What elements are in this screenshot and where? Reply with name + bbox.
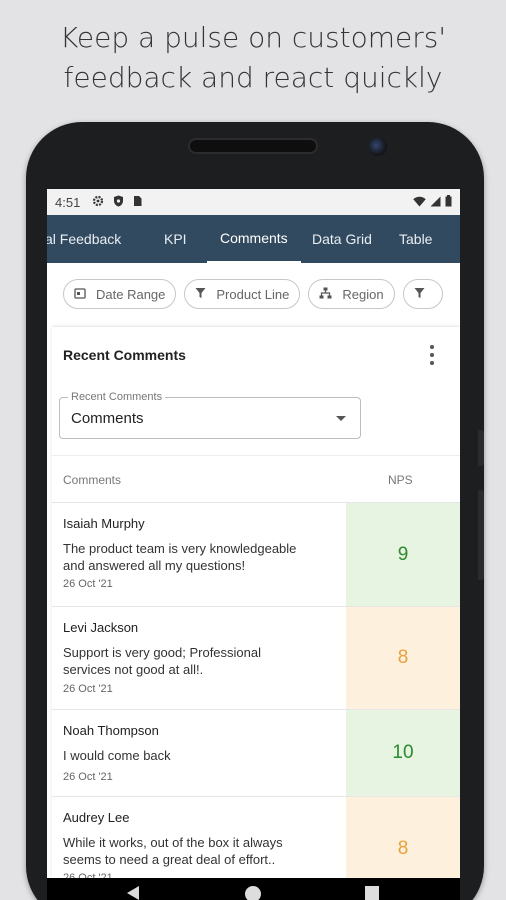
nps-score: 8 [346, 607, 460, 709]
column-header-comments[interactable]: Comments [63, 473, 121, 487]
comments-list: Isaiah Murphy The product team is very k… [52, 503, 460, 880]
comment-text: I would come back [63, 748, 171, 763]
nps-score: 8 [346, 797, 460, 880]
card-title: Recent Comments [63, 347, 186, 363]
filter-chip-region[interactable]: Region [308, 279, 395, 309]
nps-score: 9 [346, 503, 460, 606]
filter-chip-label: Date Range [96, 286, 166, 302]
nps-score: 10 [346, 710, 460, 796]
tab-data-grid[interactable]: Data Grid [312, 215, 372, 263]
back-icon[interactable] [127, 886, 139, 900]
signal-icon [430, 195, 441, 210]
headline-line-1: Keep a pulse on customers' [59, 21, 447, 54]
phone-speaker [188, 138, 318, 154]
table-row[interactable]: Levi Jackson Support is very good; Profe… [52, 607, 460, 710]
table-row[interactable]: Isaiah Murphy The product team is very k… [52, 503, 460, 607]
calendar-icon [74, 287, 86, 302]
comment-line: services not good at all!. [63, 662, 204, 677]
comment-text: While it works, out of the box it always… [63, 834, 331, 868]
gear-icon [92, 195, 104, 210]
comment-date: 26 Oct '21 [63, 578, 113, 590]
more-options-icon[interactable] [424, 343, 440, 367]
comment-text: Support is very good; Professional servi… [63, 644, 331, 678]
customer-name: Levi Jackson [63, 620, 139, 635]
filter-chip-label: Region [342, 286, 384, 302]
filter-chip-product-line[interactable]: Product Line [184, 279, 301, 309]
comment-line: Support is very good; Professional [63, 645, 261, 660]
comment-line: The product team is very knowledgeable [63, 541, 297, 556]
comment-text: The product team is very knowledgeable a… [63, 540, 331, 574]
dropdown-arrow-icon [336, 416, 346, 421]
filter-chip-label: Product Line [216, 286, 290, 302]
table-row[interactable]: Noah Thompson I would come back 26 Oct '… [52, 710, 460, 797]
select-value: Comments [71, 410, 144, 427]
customer-name: Audrey Lee [63, 810, 130, 825]
power-button [478, 490, 484, 580]
filter-chip-date-range[interactable]: Date Range [63, 279, 177, 309]
comment-date: 26 Oct '21 [63, 771, 113, 783]
table-row[interactable]: Audrey Lee While it works, out of the bo… [52, 797, 460, 880]
shield-icon [113, 195, 124, 210]
battery-icon [445, 194, 452, 210]
home-icon[interactable] [245, 886, 261, 900]
app-screen: 4:51 al Feedback KPI Comments Data Grid … [47, 189, 460, 880]
navigation-bar [47, 878, 460, 900]
comment-date: 26 Oct '21 [63, 683, 113, 695]
tab-kpi[interactable]: KPI [164, 215, 187, 263]
tab-survey-feedback[interactable]: al Feedback [47, 215, 121, 263]
phone-camera [369, 138, 387, 156]
headline-line-2: feedback and react quickly [63, 61, 443, 94]
volume-button [478, 430, 484, 466]
comment-line: seems to need a great deal of effort.. [63, 852, 276, 867]
filter-icon [195, 287, 206, 302]
comments-select[interactable]: Recent Comments Comments [59, 391, 361, 439]
customer-name: Noah Thompson [63, 723, 159, 738]
recents-icon[interactable] [365, 886, 379, 900]
select-legend: Recent Comments [68, 391, 166, 403]
tab-comments[interactable]: Comments [207, 215, 301, 263]
promo-headline: Keep a pulse on customers' feedback and … [0, 18, 506, 98]
comment-line: While it works, out of the box it always [63, 835, 283, 850]
filter-bar: Date Range Product Line Region [47, 263, 460, 325]
hierarchy-icon [319, 287, 332, 302]
status-bar: 4:51 [47, 189, 460, 215]
filter-chip-more[interactable] [402, 279, 443, 309]
comment-line: and answered all my questions! [63, 558, 246, 573]
tab-table[interactable]: Table [399, 215, 432, 263]
filter-icon [414, 287, 425, 302]
customer-name: Isaiah Murphy [63, 516, 145, 531]
column-header-nps[interactable]: NPS [388, 473, 413, 487]
sim-icon [133, 195, 142, 210]
tab-bar: al Feedback KPI Comments Data Grid Table [47, 215, 460, 263]
table-header: Comments NPS [52, 455, 460, 503]
recent-comments-card: Recent Comments Recent Comments Comments… [52, 327, 460, 880]
status-time: 4:51 [55, 194, 81, 210]
wifi-icon [413, 195, 426, 210]
